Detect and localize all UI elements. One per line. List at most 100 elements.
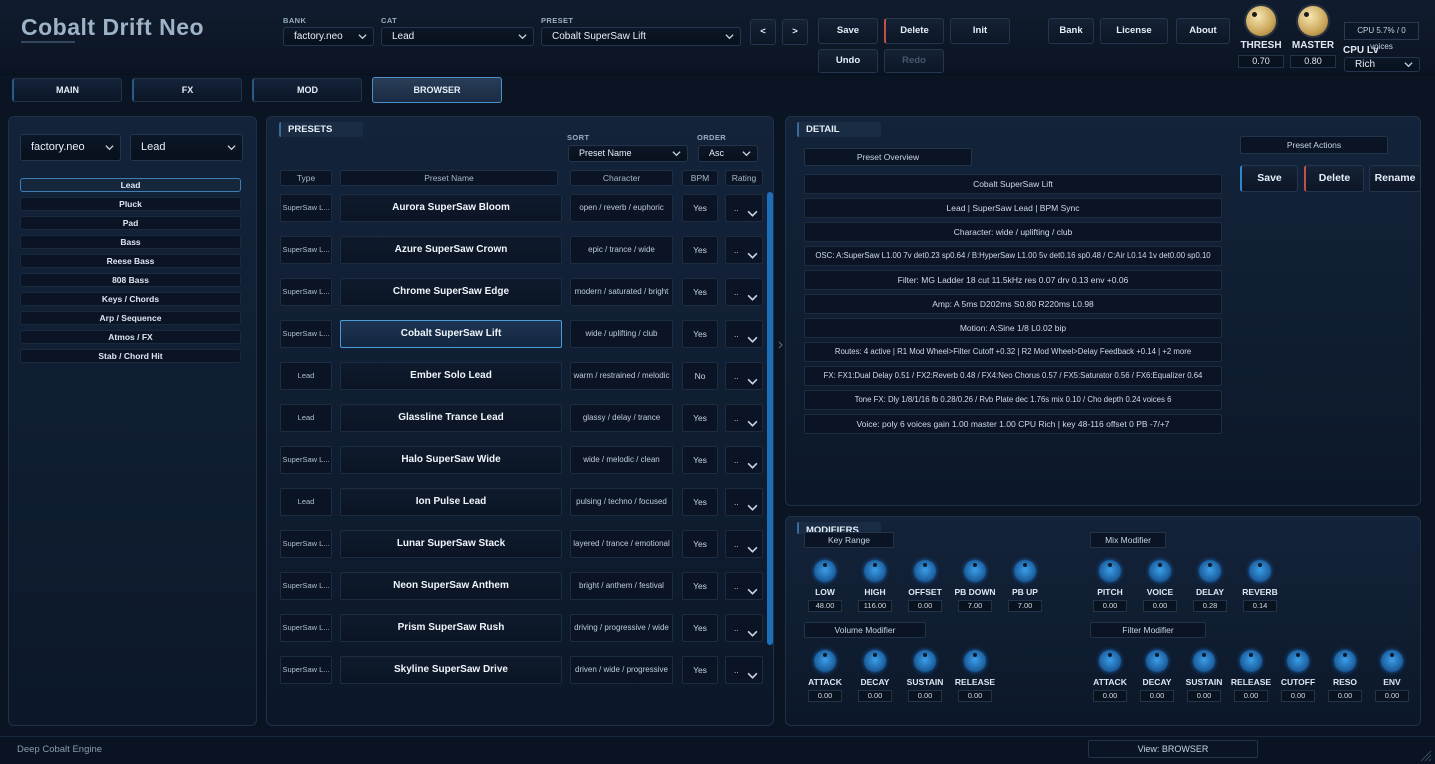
modifier-knob[interactable] [964, 650, 986, 672]
row-preset-name[interactable]: Skyline SuperSaw Drive [340, 656, 562, 684]
row-rating-dropdown[interactable]: .. [725, 488, 763, 516]
modifier-knob-value[interactable]: 0.00 [1234, 690, 1268, 702]
cpu-level-dropdown[interactable]: Rich [1344, 57, 1420, 72]
category-item[interactable]: Atmos / FX [20, 330, 241, 344]
master-knob[interactable] [1298, 6, 1328, 36]
category-item[interactable]: Keys / Chords [20, 292, 241, 306]
category-item[interactable]: Pluck [20, 197, 241, 211]
tab-browser[interactable]: BROWSER [372, 77, 502, 103]
detail-save-button[interactable]: Save [1240, 165, 1298, 192]
row-rating-dropdown[interactable]: .. [725, 404, 763, 432]
category-item[interactable]: Pad [20, 216, 241, 230]
detail-rename-button[interactable]: Rename [1369, 165, 1421, 192]
splitter-handle-icon[interactable] [778, 340, 784, 350]
modifier-knob-value[interactable]: 0.00 [1328, 690, 1362, 702]
row-preset-name[interactable]: Ember Solo Lead [340, 362, 562, 390]
modifier-knob[interactable] [1099, 560, 1121, 582]
preset-dropdown[interactable]: Cobalt SuperSaw Lift [541, 27, 741, 46]
category-item[interactable]: Stab / Chord Hit [20, 349, 241, 363]
thresh-value[interactable]: 0.70 [1238, 55, 1284, 68]
row-rating-dropdown[interactable]: .. [725, 320, 763, 348]
modifier-knob[interactable] [914, 650, 936, 672]
row-rating-dropdown[interactable]: .. [725, 194, 763, 222]
modifier-knob-value[interactable]: 0.00 [908, 690, 942, 702]
modifier-knob[interactable] [864, 650, 886, 672]
about-button[interactable]: About [1176, 18, 1230, 44]
modifier-knob[interactable] [1381, 650, 1403, 672]
modifier-knob[interactable] [1149, 560, 1171, 582]
modifier-knob[interactable] [1249, 560, 1271, 582]
modifier-knob[interactable] [1199, 560, 1221, 582]
cat-dropdown[interactable]: Lead [381, 27, 534, 46]
modifier-knob[interactable] [864, 560, 886, 582]
modifier-knob-value[interactable]: 0.00 [858, 690, 892, 702]
header-type[interactable]: Type [280, 170, 332, 186]
modifier-knob-value[interactable]: 0.00 [1143, 600, 1177, 612]
modifier-knob-value[interactable]: 0.00 [1281, 690, 1315, 702]
modifier-knob-value[interactable]: 0.00 [1375, 690, 1409, 702]
left-bank-dropdown[interactable]: factory.neo [20, 134, 121, 161]
category-item[interactable]: Arp / Sequence [20, 311, 241, 325]
row-preset-name[interactable]: Aurora SuperSaw Bloom [340, 194, 562, 222]
modifier-knob-value[interactable]: 0.00 [808, 690, 842, 702]
preset-scrollbar-thumb[interactable] [767, 192, 773, 645]
order-dropdown[interactable]: Asc [698, 145, 758, 162]
row-preset-name[interactable]: Prism SuperSaw Rush [340, 614, 562, 642]
header-preset-name[interactable]: Preset Name [340, 170, 558, 186]
modifier-knob-value[interactable]: 7.00 [958, 600, 992, 612]
sort-dropdown[interactable]: Preset Name [568, 145, 688, 162]
category-item[interactable]: Bass [20, 235, 241, 249]
row-rating-dropdown[interactable]: .. [725, 530, 763, 558]
left-cat-dropdown[interactable]: Lead [130, 134, 243, 161]
modifier-knob[interactable] [914, 560, 936, 582]
modifier-knob[interactable] [964, 560, 986, 582]
modifier-knob-value[interactable]: 0.00 [1093, 690, 1127, 702]
modifier-knob[interactable] [1334, 650, 1356, 672]
modifier-knob-value[interactable]: 0.00 [1093, 600, 1127, 612]
row-rating-dropdown[interactable]: .. [725, 278, 763, 306]
row-rating-dropdown[interactable]: .. [725, 614, 763, 642]
modifier-knob[interactable] [1014, 560, 1036, 582]
category-item[interactable]: Reese Bass [20, 254, 241, 268]
modifier-knob[interactable] [814, 650, 836, 672]
modifier-knob-value[interactable]: 0.28 [1193, 600, 1227, 612]
category-item[interactable]: Lead [20, 178, 241, 192]
row-rating-dropdown[interactable]: .. [725, 656, 763, 684]
redo-button[interactable]: Redo [884, 49, 944, 73]
row-preset-name[interactable]: Lunar SuperSaw Stack [340, 530, 562, 558]
init-button[interactable]: Init [950, 18, 1010, 44]
modifier-knob[interactable] [1287, 650, 1309, 672]
header-character[interactable]: Character [570, 170, 673, 186]
prev-preset-button[interactable]: < [750, 19, 776, 45]
modifier-knob-value[interactable]: 0.00 [1140, 690, 1174, 702]
modifier-knob-value[interactable]: 48.00 [808, 600, 842, 612]
modifier-knob-value[interactable]: 0.00 [1187, 690, 1221, 702]
row-rating-dropdown[interactable]: .. [725, 362, 763, 390]
modifier-knob-value[interactable]: 0.14 [1243, 600, 1277, 612]
resize-grip-icon[interactable] [1418, 748, 1432, 762]
row-rating-dropdown[interactable]: .. [725, 446, 763, 474]
row-rating-dropdown[interactable]: .. [725, 236, 763, 264]
undo-button[interactable]: Undo [818, 49, 878, 73]
tab-mod[interactable]: MOD [252, 78, 362, 102]
modifier-knob[interactable] [814, 560, 836, 582]
thresh-knob[interactable] [1246, 6, 1276, 36]
bank-button[interactable]: Bank [1048, 18, 1094, 44]
tab-main[interactable]: MAIN [12, 78, 122, 102]
save-button[interactable]: Save [818, 18, 878, 44]
license-button[interactable]: License [1100, 18, 1168, 44]
row-preset-name[interactable]: Chrome SuperSaw Edge [340, 278, 562, 306]
modifier-knob-value[interactable]: 0.00 [908, 600, 942, 612]
modifier-knob-value[interactable]: 7.00 [1008, 600, 1042, 612]
row-preset-name[interactable]: Glassline Trance Lead [340, 404, 562, 432]
delete-button[interactable]: Delete [884, 18, 944, 44]
master-value[interactable]: 0.80 [1290, 55, 1336, 68]
bank-dropdown[interactable]: factory.neo [283, 27, 374, 46]
modifier-knob[interactable] [1240, 650, 1262, 672]
modifier-knob-value[interactable]: 116.00 [858, 600, 892, 612]
modifier-knob[interactable] [1146, 650, 1168, 672]
modifier-knob[interactable] [1193, 650, 1215, 672]
row-preset-name[interactable]: Azure SuperSaw Crown [340, 236, 562, 264]
next-preset-button[interactable]: > [782, 19, 808, 45]
header-rating[interactable]: Rating [725, 170, 763, 186]
